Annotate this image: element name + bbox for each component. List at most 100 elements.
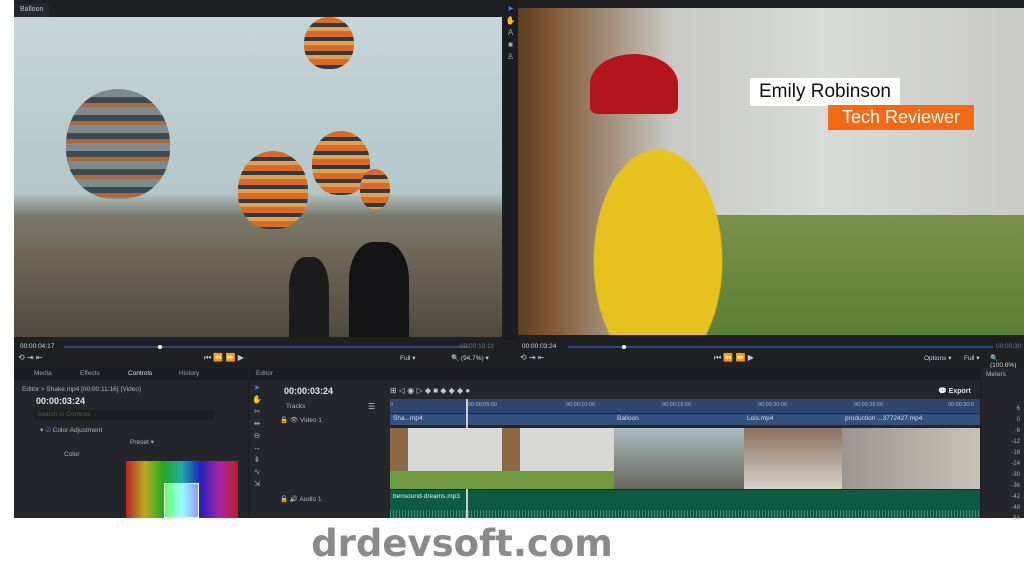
source-quality[interactable]: Full ▾ [400,354,416,362]
playback-controls[interactable]: ⏮ ⏪ ⏩ ▶ [204,353,244,363]
editor-tabs: Editor [250,368,980,380]
meter-tick: -42 [1011,494,1020,500]
source-playhead[interactable] [158,345,162,349]
source-viewer-frame[interactable] [14,17,502,337]
loop-icon[interactable]: ⟲ ⇥ ⇤ [520,353,545,362]
keyframe-controls[interactable]: ⊞ ◁ ◉ ▷ ◆ ■ ◆ ◆ ◆ ● [390,386,470,395]
section-label: Color Adjustment [52,427,103,434]
export-button[interactable]: 💬 Export [938,387,971,395]
pen-icon[interactable]: ♙ [503,52,518,64]
search-controls-input[interactable]: Search in Controls [34,410,214,420]
ruler-tick: 00:00:20:00 [758,402,788,408]
clip-shake[interactable]: Sha...mp4 [390,414,614,425]
shape-icon[interactable]: ■ [503,40,518,52]
audio-track-header[interactable]: 🔓 🔊 Audio 1 [280,495,322,503]
tab-effects[interactable]: Effects [80,370,100,377]
program-controls: 00:00:03:24 00:00:30: ⟲ ⇥ ⇤ ⏮ ⏪ ⏩ ▶ Opti… [518,339,1024,369]
title-name[interactable]: Emily Robinson [750,78,900,106]
ripple-icon[interactable]: ⇹ [250,418,264,430]
ruler-tick: 00:00:25:00 [854,402,884,408]
meter-tick: -24 [1011,461,1020,467]
clip-thumbnail [842,428,980,489]
editor-timecode: 00:00:03:24 [284,386,334,396]
hat-image [590,54,678,114]
color-adjustment-section[interactable]: ▾ ☑ Color Adjustment [40,426,102,434]
person-image [558,88,758,335]
meters-label: Meters [986,371,1006,378]
person-image [289,257,329,337]
options-dropdown[interactable]: Options ▾ [924,354,951,362]
program-viewer-frame[interactable]: Emily Robinson Tech Reviewer [518,8,1024,335]
playback-controls[interactable]: ⏮ ⏪ ⏩ ▶ [714,353,754,363]
program-quality[interactable]: Full ▾ [964,354,980,362]
pointer-icon[interactable]: ➤ [503,4,518,16]
program-duration: 00:00:30: [996,343,1024,350]
source-timecode: 00:00:04:17 [20,343,55,350]
slip-icon[interactable]: ⊖ [250,430,264,442]
tracks-label: Tracks [286,403,306,410]
source-duration: 00:00:19:11 [460,343,494,350]
program-scrubber[interactable] [568,346,993,348]
tab-editor[interactable]: Editor [256,370,273,377]
zoom-value: (94.7%) [460,355,484,362]
clip-thumbnail [390,428,614,489]
tab-history[interactable]: History [179,370,199,377]
meter-tick: -48 [1011,505,1020,511]
ruler-tick: 00:00:05:00 [468,402,498,408]
clip-lois[interactable]: Lois.mp4 [744,414,842,425]
balloon-image [304,17,354,69]
audio-track-label: Audio 1 [299,496,322,503]
export-label: Export [948,388,971,395]
balloon-image [66,89,170,199]
text-icon[interactable]: A [503,28,518,40]
tracks-menu-icon[interactable]: ☰ [368,402,375,411]
ruler-tick: 0 [390,402,394,408]
audio-clip-label: bensound-dreams.mp3 [393,493,460,500]
split-icon[interactable]: ⇟ [250,454,264,466]
source-zoom[interactable]: 🔍 (94.7%) ▾ [451,354,489,362]
timeline-ruler[interactable]: 0 00:00:05:00 00:00:10:00 00:00:15:00 00… [390,399,980,413]
quality-value: Full [964,355,975,362]
title-role[interactable]: Tech Reviewer [828,105,975,130]
program-zoom[interactable]: 🔍 (100.6%) [990,354,1024,369]
watermark: drdevsoft.com [311,522,613,565]
ruler-tick: 00:00:10:00 [566,402,596,408]
meter-tick: -54 [1011,516,1020,522]
preset-dropdown[interactable]: Preset ▾ [130,438,154,446]
controls-timecode: 00:00:03:24 [36,396,86,406]
hand-icon[interactable]: ✋ [250,394,264,406]
editor-tools: ➤ ✋ ✂ ⇹ ⊖ ↔ ⇟ ∿ ⇲ [250,382,264,518]
tab-media[interactable]: Media [34,370,52,377]
controls-panel: Media Effects Controls History Editor > … [14,368,248,518]
loop-icon[interactable]: ⟲ ⇥ ⇤ [18,353,43,362]
program-playhead[interactable] [622,345,626,349]
clip-production[interactable]: production ...3772427.mp4 [842,414,980,425]
source-scrubber[interactable] [64,346,469,348]
meter-tick: 0 [1016,417,1020,423]
video-track-header[interactable]: 🔓 👁 Video 1 [280,416,322,424]
color-picker[interactable] [126,461,238,518]
color-label: Color [64,451,80,458]
video-editor-app: Balloon ➤ ✋ A ■ ♙ Emily Robinson Tech Re… [14,0,1024,522]
stretch-icon[interactable]: ↔ [250,442,264,454]
pointer-icon[interactable]: ➤ [250,382,264,394]
tab-controls[interactable]: Controls [128,370,152,377]
ruler-tick: 00:00:15:00 [662,402,692,408]
color-swatch[interactable] [164,483,199,518]
clip-balloon[interactable]: Balloon [614,414,744,425]
source-viewer-tab[interactable]: Balloon [14,4,50,17]
audio-clip[interactable]: bensound-dreams.mp3 [390,490,980,518]
export-frame-icon[interactable]: ⇲ [250,478,264,490]
preset-label: Preset [130,439,149,446]
viewer-toolbar: ➤ ✋ A ■ ♙ [503,0,518,340]
meter-tick: 6 [1016,406,1020,412]
meter-tick: -30 [1011,472,1020,478]
video-track-label: Video 1 [299,417,322,424]
balloon-image [360,169,390,209]
razor-icon[interactable]: ✂ [250,406,264,418]
hand-icon[interactable]: ✋ [503,16,518,28]
curve-icon[interactable]: ∿ [250,466,264,478]
clip-thumbnail [744,428,842,489]
meter-tick: -12 [1011,439,1020,445]
panel-tabs: Media Effects Controls History [14,368,248,380]
